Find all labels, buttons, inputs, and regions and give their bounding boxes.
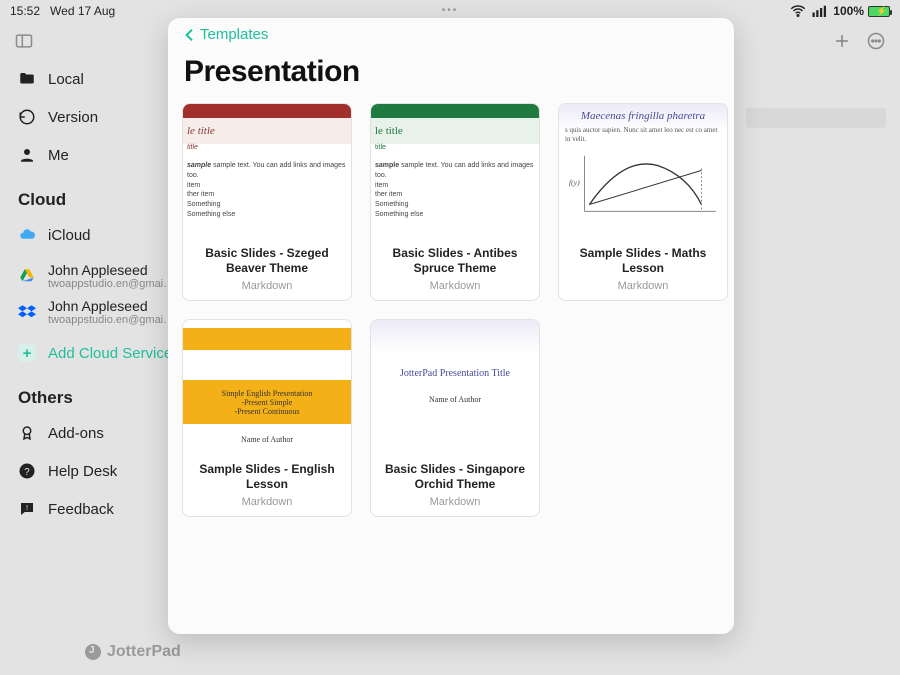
svg-text:?: ? (24, 467, 30, 478)
battery-icon: ⚡ (868, 6, 890, 17)
template-title: Basic Slides - Szeged Beaver Theme (191, 246, 343, 276)
sidebar-item-dropbox[interactable]: John Appleseed twoappstudio.en@gmail.com (18, 298, 175, 326)
account-email: twoappstudio.en@gmail.com (48, 278, 175, 290)
account-email: twoappstudio.en@gmail.com (48, 314, 175, 326)
add-cloud-button[interactable]: + Add Cloud Service (18, 334, 175, 372)
sidebar-item-local[interactable]: Local (18, 60, 175, 98)
grab-handle-icon: ••• (442, 5, 459, 16)
template-format: Markdown (242, 280, 293, 292)
brand-name: JotterPad (107, 643, 181, 661)
template-grid: le title title sample sample text. You c… (168, 103, 734, 517)
add-cloud-label: Add Cloud Service (48, 345, 172, 362)
sidebar-item-icloud[interactable]: iCloud (18, 216, 175, 254)
template-card[interactable]: le title title sample sample text. You c… (370, 103, 540, 301)
gdrive-icon (18, 267, 36, 285)
add-button[interactable] (832, 31, 852, 51)
sidebar-item-version[interactable]: Version (18, 98, 175, 136)
sidebar-item-label: Help Desk (48, 463, 117, 480)
template-title: Basic Slides - Singapore Orchid Theme (379, 462, 531, 492)
chevron-left-icon (182, 27, 198, 43)
section-header-others: Others (18, 388, 175, 408)
template-title: Sample Slides - English Lesson (191, 462, 343, 492)
person-icon (18, 146, 36, 164)
status-time: 15:52 (10, 4, 40, 18)
brand-logo-icon (85, 644, 101, 660)
back-button[interactable]: Templates (182, 26, 720, 43)
brand-footer: JotterPad (85, 643, 181, 661)
template-format: Markdown (430, 496, 481, 508)
background-row (746, 108, 886, 128)
dropbox-icon (18, 303, 36, 321)
sidebar-item-label: Feedback (48, 501, 114, 518)
sidebar-item-label: iCloud (48, 227, 91, 244)
template-format: Markdown (618, 280, 669, 292)
sidebar-item-label: Me (48, 147, 69, 164)
chat-icon: ! (18, 500, 36, 518)
template-format: Markdown (430, 280, 481, 292)
sidebar-toggle-icon[interactable] (14, 31, 34, 51)
sidebar-item-gdrive[interactable]: John Appleseed twoappstudio.en@gmail.com (18, 262, 175, 290)
template-thumbnail: le title title sample sample text. You c… (183, 104, 351, 238)
template-card[interactable]: Maecenas fringilla pharetra s quis aucto… (558, 103, 728, 301)
account-name: John Appleseed (48, 298, 175, 314)
sidebar: Local Version Me Cloud iCloud John Apple… (0, 60, 175, 675)
section-header-cloud: Cloud (18, 190, 175, 210)
template-format: Markdown (242, 496, 293, 508)
template-card[interactable]: le title title sample sample text. You c… (182, 103, 352, 301)
more-button[interactable] (866, 31, 886, 51)
template-thumbnail: Simple English Presentation -Present Sim… (183, 320, 351, 454)
account-name: John Appleseed (48, 262, 175, 278)
badge-icon (18, 424, 36, 442)
icloud-icon (18, 226, 36, 244)
sidebar-item-helpdesk[interactable]: ? Help Desk (18, 452, 175, 490)
modal-title: Presentation (184, 55, 718, 89)
sidebar-item-feedback[interactable]: ! Feedback (18, 490, 175, 528)
template-title: Basic Slides - Antibes Spruce Theme (379, 246, 531, 276)
question-icon: ? (18, 462, 36, 480)
sidebar-item-addons[interactable]: Add-ons (18, 414, 175, 452)
plus-icon: + (18, 344, 36, 362)
template-thumbnail: Maecenas fringilla pharetra s quis aucto… (559, 104, 727, 238)
cell-signal-icon (811, 2, 829, 20)
history-icon (18, 108, 36, 126)
template-chooser-modal: Templates Presentation le title title sa… (168, 18, 734, 634)
template-card[interactable]: JotterPad Presentation Title Name of Aut… (370, 319, 540, 517)
svg-text:!: ! (26, 503, 28, 512)
template-thumbnail: le title title sample sample text. You c… (371, 104, 539, 238)
folder-icon (18, 70, 36, 88)
template-card[interactable]: Simple English Presentation -Present Sim… (182, 319, 352, 517)
sidebar-item-label: Local (48, 71, 84, 88)
battery-percent: 100% (833, 4, 864, 18)
svg-text:f(y): f(y) (569, 178, 580, 187)
wifi-icon (789, 2, 807, 20)
template-title: Sample Slides - Maths Lesson (567, 246, 719, 276)
sidebar-item-me[interactable]: Me (18, 136, 175, 174)
sidebar-item-label: Add-ons (48, 425, 104, 442)
back-label: Templates (200, 26, 268, 43)
template-thumbnail: JotterPad Presentation Title Name of Aut… (371, 320, 539, 454)
sidebar-item-label: Version (48, 109, 98, 126)
status-date: Wed 17 Aug (50, 4, 115, 18)
